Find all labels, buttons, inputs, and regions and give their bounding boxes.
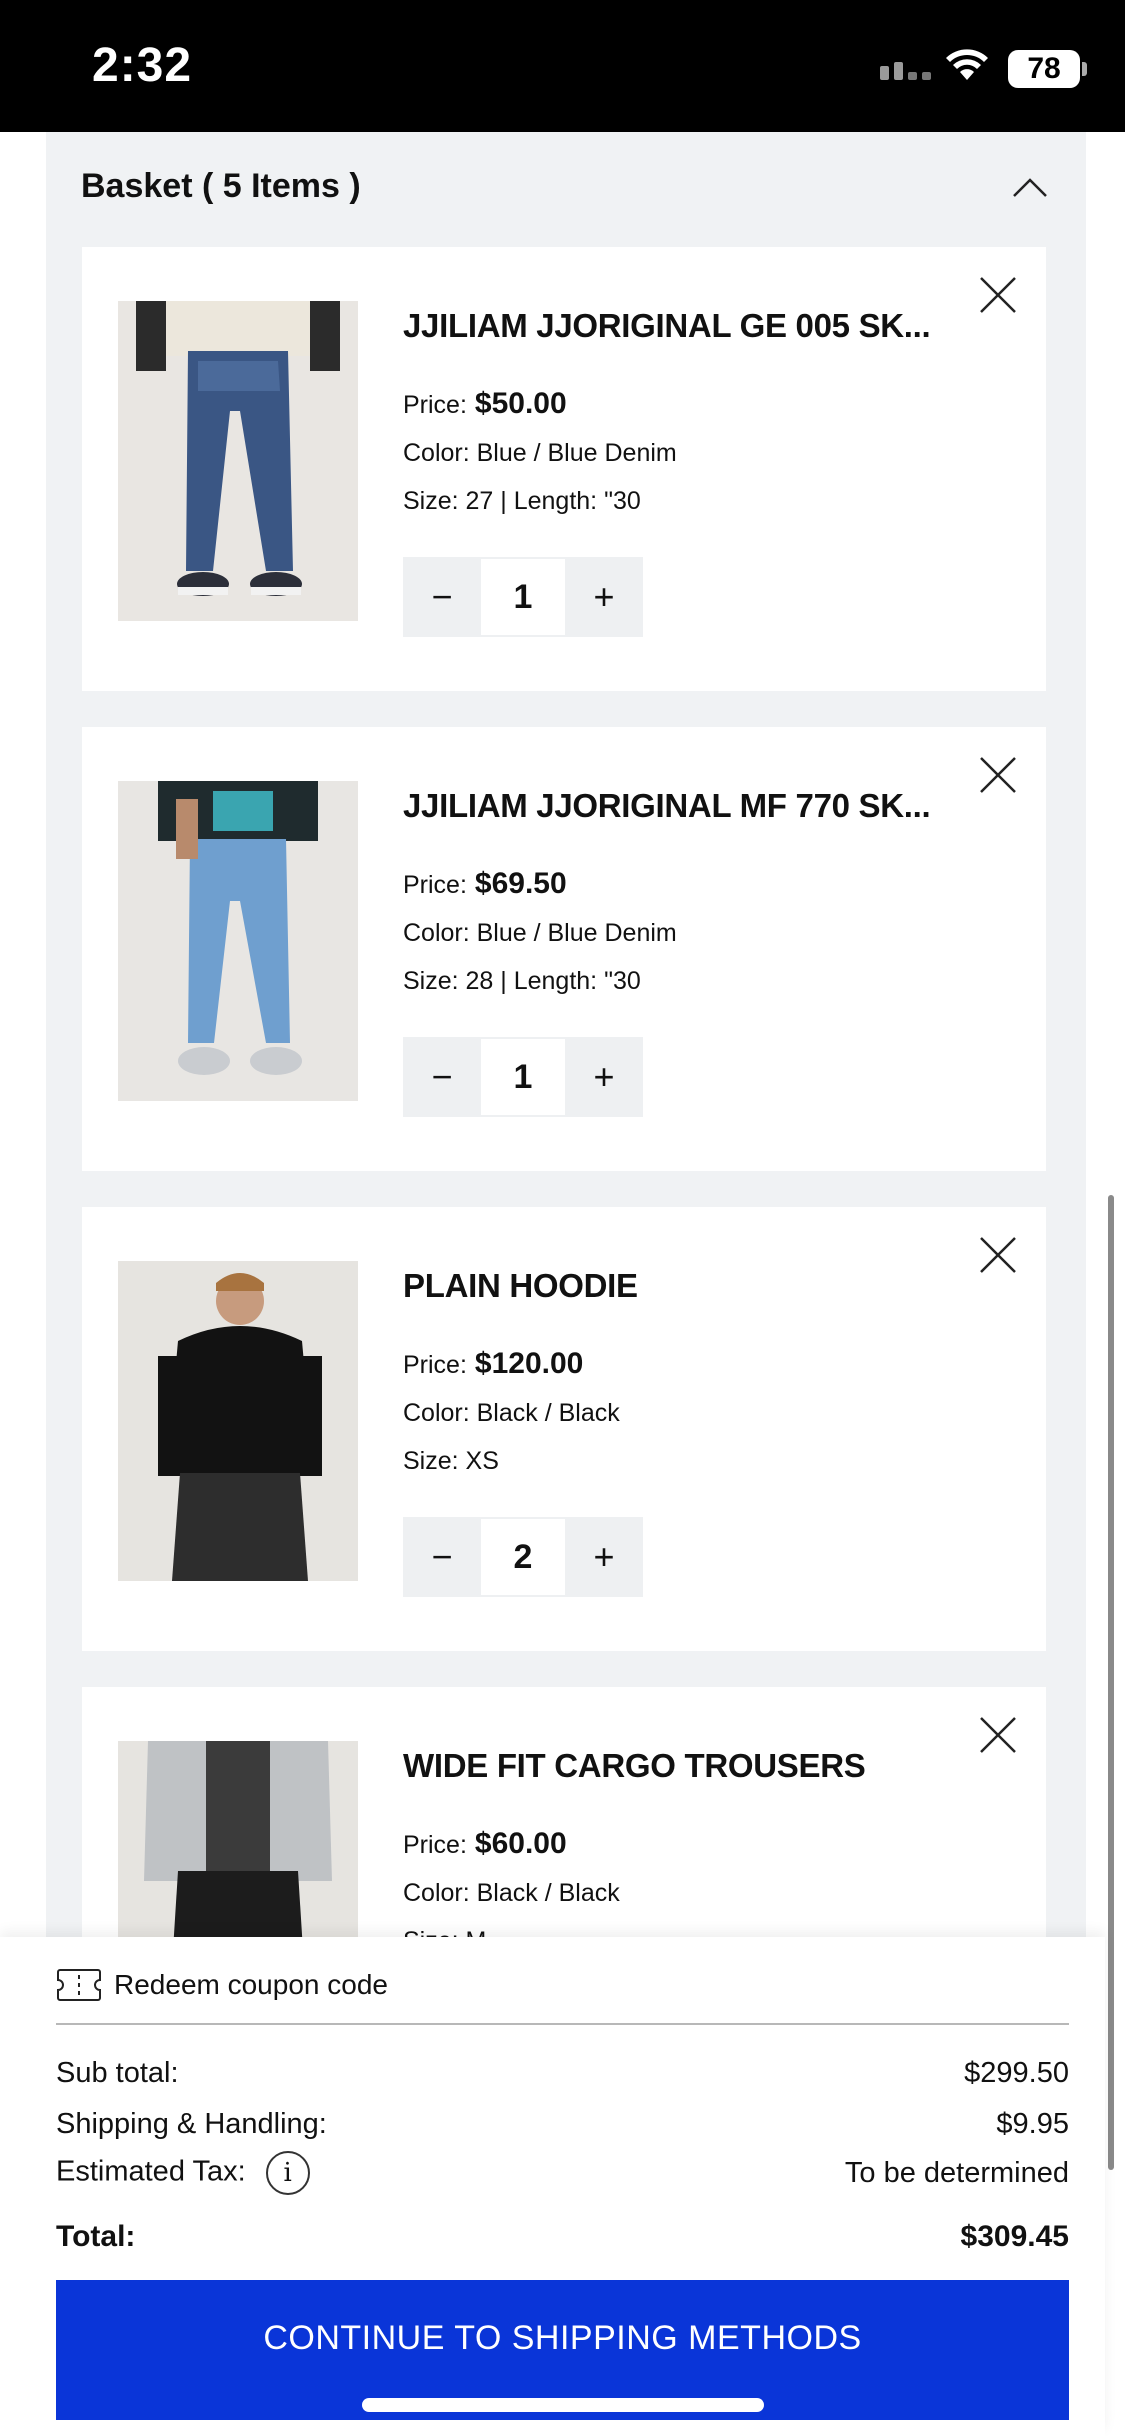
price-row: Price: $50.00 (403, 387, 567, 421)
basket-title: Basket ( 5 Items ) (81, 167, 361, 205)
tax-label-group: Estimated Tax: i (56, 2151, 310, 2195)
basket-panel: Basket ( 5 Items ) JJILIAM JJORIGINAL GE… (46, 132, 1086, 1942)
shipping-label: Shipping & Handling: (56, 2108, 327, 2140)
tax-value: To be determined (844, 2156, 1069, 2189)
basket-item: WIDE FIT CARGO TROUSERS Price: $60.00 Co… (82, 1687, 1046, 1942)
decrease-quantity-button[interactable]: − (403, 1037, 481, 1117)
tax-label: Estimated Tax: (56, 2155, 246, 2188)
product-name[interactable]: JJILIAM JJORIGINAL MF 770 SK... (403, 787, 963, 825)
tax-row: Estimated Tax: i To be determined (56, 2151, 1069, 2195)
decrease-quantity-button[interactable]: − (403, 557, 481, 637)
home-indicator[interactable] (362, 2398, 764, 2412)
order-summary: Redeem coupon code Sub total: $299.50 Sh… (0, 1937, 1105, 2436)
coupon-ticket-icon (57, 1969, 101, 2001)
quantity-value[interactable]: 1 (481, 1037, 565, 1117)
battery-indicator: 78 (1008, 50, 1087, 88)
info-icon[interactable]: i (265, 2151, 310, 2195)
shipping-row: Shipping & Handling: $9.95 (56, 2108, 1069, 2141)
shipping-value: $9.95 (996, 2108, 1069, 2140)
increase-quantity-button[interactable]: + (565, 557, 643, 637)
price-label: Price: (403, 391, 467, 419)
product-image[interactable] (118, 1741, 358, 1942)
increase-quantity-button[interactable]: + (565, 1037, 643, 1117)
basket-item: JJILIAM JJORIGINAL GE 005 SK... Price: $… (82, 247, 1046, 691)
size-text: Size: 27 | Length: "30 (403, 487, 641, 515)
price-value: $50.00 (474, 387, 567, 420)
price-row: Price: $60.00 (403, 1827, 567, 1861)
product-name[interactable]: JJILIAM JJORIGINAL GE 005 SK... (403, 307, 963, 345)
subtotal-label: Sub total: (56, 2057, 179, 2089)
subtotal-row: Sub total: $299.50 (56, 2057, 1069, 2090)
remove-item-close-icon[interactable] (978, 755, 1018, 795)
status-bar: 2:32 78 (0, 0, 1125, 132)
product-image[interactable] (118, 781, 358, 1101)
price-row: Price: $69.50 (403, 867, 567, 901)
total-label: Total: (56, 2220, 136, 2253)
total-row: Total: $309.45 (56, 2220, 1069, 2254)
product-name[interactable]: WIDE FIT CARGO TROUSERS (403, 1747, 963, 1785)
increase-quantity-button[interactable]: + (565, 1517, 643, 1597)
total-value: $309.45 (960, 2220, 1069, 2253)
quantity-stepper: − 1 + (403, 557, 643, 637)
color-text: Color: Black / Black (403, 1879, 620, 1907)
size-text: Size: 28 | Length: "30 (403, 967, 641, 995)
divider (56, 2023, 1069, 2025)
color-text: Color: Black / Black (403, 1399, 620, 1427)
cellular-signal-icon (880, 62, 931, 80)
wifi-icon (946, 49, 988, 80)
color-text: Color: Blue / Blue Denim (403, 919, 677, 947)
quantity-value[interactable]: 2 (481, 1517, 565, 1597)
product-name[interactable]: PLAIN HOODIE (403, 1267, 963, 1305)
price-value: $69.50 (474, 867, 567, 900)
decrease-quantity-button[interactable]: − (403, 1517, 481, 1597)
product-image[interactable] (118, 1261, 358, 1581)
chevron-up-icon[interactable] (1010, 174, 1050, 200)
size-text: Size: XS (403, 1447, 499, 1475)
quantity-stepper: − 1 + (403, 1037, 643, 1117)
product-image[interactable] (118, 301, 358, 621)
price-label: Price: (403, 1351, 467, 1379)
redeem-coupon-button[interactable]: Redeem coupon code (56, 1967, 388, 2003)
basket-item: JJILIAM JJORIGINAL MF 770 SK... Price: $… (82, 727, 1046, 1171)
status-time: 2:32 (92, 39, 193, 92)
price-row: Price: $120.00 (403, 1347, 583, 1381)
price-label: Price: (403, 1831, 467, 1859)
color-text: Color: Blue / Blue Denim (403, 439, 677, 467)
price-label: Price: (403, 871, 467, 899)
basket-item: PLAIN HOODIE Price: $120.00 Color: Black… (82, 1207, 1046, 1651)
remove-item-close-icon[interactable] (978, 275, 1018, 315)
scrollbar[interactable] (1108, 1195, 1114, 2170)
coupon-label: Redeem coupon code (114, 1969, 388, 2000)
price-value: $60.00 (474, 1827, 567, 1860)
remove-item-close-icon[interactable] (978, 1235, 1018, 1275)
quantity-value[interactable]: 1 (481, 557, 565, 637)
subtotal-value: $299.50 (964, 2057, 1069, 2089)
price-value: $120.00 (474, 1347, 584, 1380)
quantity-stepper: − 2 + (403, 1517, 643, 1597)
remove-item-close-icon[interactable] (978, 1715, 1018, 1755)
